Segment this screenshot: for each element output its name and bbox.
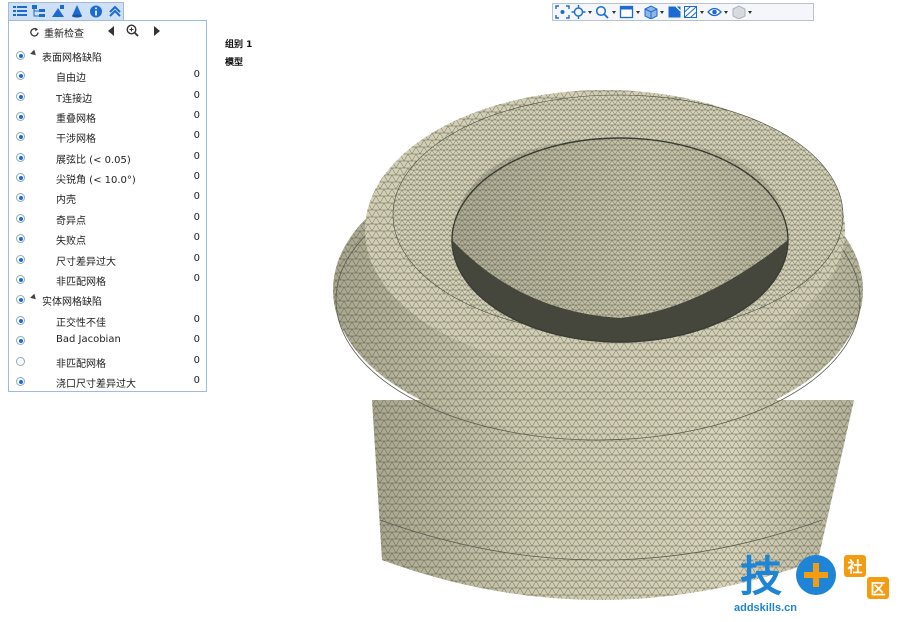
watermark-url: addskills.cn	[734, 602, 797, 614]
watermark-badge-2: 区	[870, 580, 885, 598]
inner-bore	[451, 137, 789, 343]
watermark-char: 技	[740, 552, 782, 601]
mesh-model-viewport[interactable]	[0, 0, 900, 622]
watermark-badge-1: 社	[846, 558, 862, 576]
